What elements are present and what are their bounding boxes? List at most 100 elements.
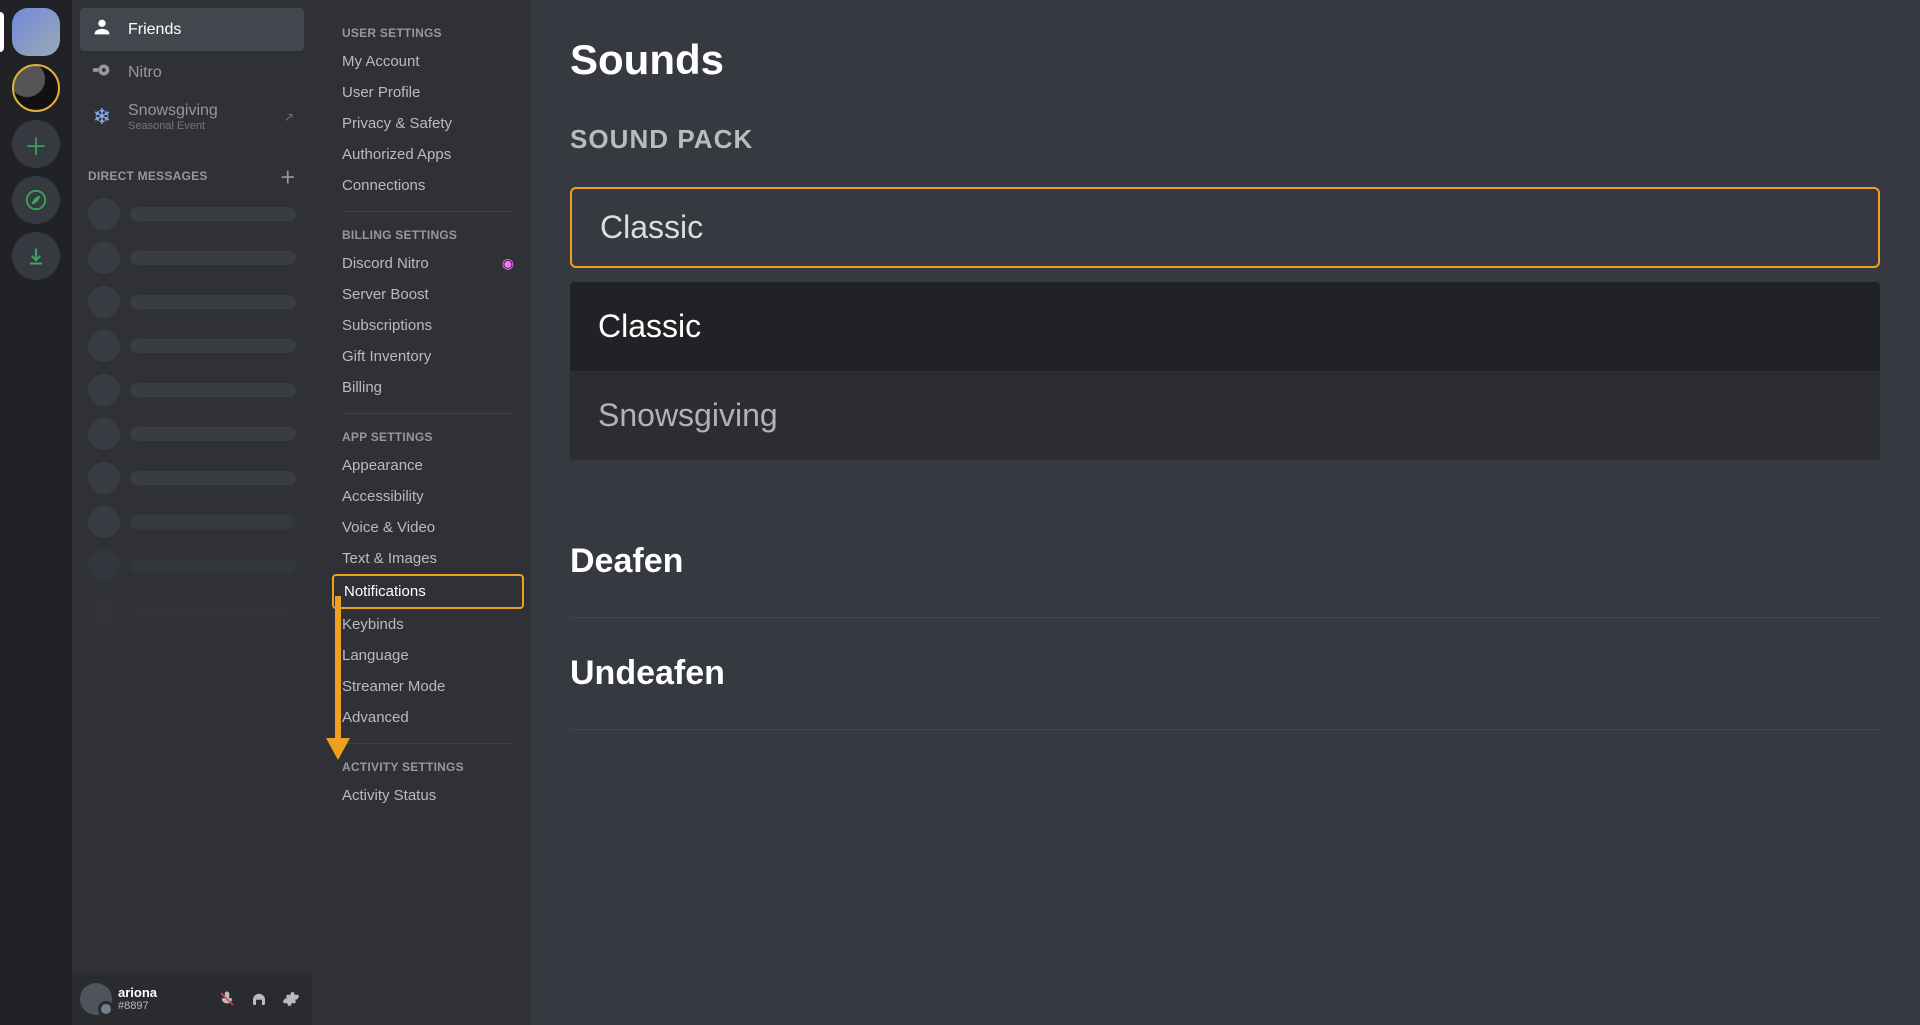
settings-item-appearance[interactable]: Appearance [332, 450, 524, 481]
deafen-button[interactable] [246, 986, 272, 1012]
settings-sidebar: USER SETTINGS My Account User Profile Priva… [312, 0, 530, 1025]
page-title: Sounds [570, 36, 1880, 84]
snowsgiving-nav[interactable]: ❄ Snowsgiving Seasonal Event ↗ [80, 94, 304, 140]
separator [342, 743, 514, 744]
settings-item-accessibility[interactable]: Accessibility [332, 481, 524, 512]
settings-item-language[interactable]: Language [332, 640, 524, 671]
settings-item-label: Connections [342, 177, 425, 194]
settings-item-label: Accessibility [342, 488, 424, 505]
settings-item-text-images[interactable]: Text & Images [332, 543, 524, 574]
create-dm-button[interactable]: ＋ [280, 164, 296, 188]
download-apps-button[interactable] [12, 232, 60, 280]
event-title: Snowsgiving [128, 102, 218, 119]
settings-item-my-account[interactable]: My Account [332, 46, 524, 77]
settings-item-label: Discord Nitro [342, 255, 429, 272]
mute-button[interactable] [214, 986, 240, 1012]
settings-item-notifications[interactable]: Notifications [332, 574, 524, 609]
settings-item-label: Text & Images [342, 550, 437, 567]
settings-group-title: USER SETTINGS [332, 20, 524, 46]
friends-label: Friends [128, 21, 181, 39]
settings-item-label: Gift Inventory [342, 348, 431, 365]
settings-item-subscriptions[interactable]: Subscriptions [332, 310, 524, 341]
dm-placeholder [80, 412, 304, 456]
settings-group-title: APP SETTINGS [332, 424, 524, 450]
friends-icon [90, 16, 114, 43]
dm-placeholder [80, 324, 304, 368]
settings-item-streamer-mode[interactable]: Streamer Mode [332, 671, 524, 702]
settings-item-label: Voice & Video [342, 519, 435, 536]
event-subtitle: Seasonal Event [128, 120, 218, 132]
dm-placeholder [80, 192, 304, 236]
settings-item-label: Appearance [342, 457, 423, 474]
settings-item-label: Language [342, 647, 409, 664]
settings-item-privacy-safety[interactable]: Privacy & Safety [332, 108, 524, 139]
sound-setting-row[interactable]: Undeafen [570, 618, 1880, 730]
user-avatar[interactable] [80, 983, 112, 1015]
settings-item-connections[interactable]: Connections [332, 170, 524, 201]
settings-item-gift-inventory[interactable]: Gift Inventory [332, 341, 524, 372]
settings-item-activity-status[interactable]: Activity Status [332, 780, 524, 811]
nitro-badge-icon: ◉ [502, 255, 514, 272]
settings-item-label: Billing [342, 379, 382, 396]
sound-pack-dropdown: ClassicSnowsgiving [570, 282, 1880, 460]
settings-content: Sounds SOUND PACK Classic ClassicSnowsgi… [530, 0, 1920, 1025]
settings-item-label: Authorized Apps [342, 146, 451, 163]
server-rail: ＋ [0, 0, 72, 1025]
dm-sidebar: Friends Nitro ❄ Snowsgiving Seasonal Eve… [72, 0, 312, 1025]
settings-item-label: Streamer Mode [342, 678, 445, 695]
sound-pack-selected: Classic [600, 209, 703, 245]
settings-item-voice-video[interactable]: Voice & Video [332, 512, 524, 543]
settings-item-server-boost[interactable]: Server Boost [332, 279, 524, 310]
dm-placeholder [80, 368, 304, 412]
settings-item-keybinds[interactable]: Keybinds [332, 609, 524, 640]
settings-group-title: BILLING SETTINGS [332, 222, 524, 248]
settings-item-advanced[interactable]: Advanced [332, 702, 524, 733]
gear-icon [282, 990, 300, 1008]
nitro-label: Nitro [128, 64, 162, 82]
settings-item-label: Advanced [342, 709, 409, 726]
external-link-icon: ↗ [284, 110, 294, 124]
home-server-button[interactable] [12, 8, 60, 56]
settings-item-label: Keybinds [342, 616, 404, 633]
settings-item-label: My Account [342, 53, 420, 70]
settings-item-label: Subscriptions [342, 317, 432, 334]
settings-item-billing[interactable]: Billing [332, 372, 524, 403]
settings-item-label: User Profile [342, 84, 420, 101]
dm-placeholder [80, 588, 304, 632]
sound-pack-option[interactable]: Snowsgiving [570, 371, 1880, 460]
dm-header-label: DIRECT MESSAGES [88, 169, 208, 183]
settings-item-authorized-apps[interactable]: Authorized Apps [332, 139, 524, 170]
separator [342, 211, 514, 212]
dm-placeholder [80, 280, 304, 324]
dm-placeholder [80, 456, 304, 500]
settings-item-discord-nitro[interactable]: Discord Nitro ◉ [332, 248, 524, 279]
explore-servers-button[interactable] [12, 176, 60, 224]
sound-pack-select[interactable]: Classic [570, 187, 1880, 268]
compass-icon [25, 189, 47, 211]
settings-group-title: ACTIVITY SETTINGS [332, 754, 524, 780]
dm-placeholder [80, 236, 304, 280]
settings-item-label: Server Boost [342, 286, 429, 303]
friends-nav[interactable]: Friends [80, 8, 304, 51]
user-panel: ariona #8897 [72, 973, 312, 1025]
dm-placeholder [80, 500, 304, 544]
section-title: SOUND PACK [570, 124, 1880, 155]
nitro-icon [90, 59, 114, 86]
add-server-button[interactable]: ＋ [12, 120, 60, 168]
settings-item-user-profile[interactable]: User Profile [332, 77, 524, 108]
dm-list [72, 192, 312, 632]
user-settings-button[interactable] [278, 986, 304, 1012]
settings-item-label: Privacy & Safety [342, 115, 452, 132]
user-tag: #8897 [118, 1000, 157, 1012]
settings-item-label: Notifications [344, 583, 426, 600]
server-icon[interactable] [12, 64, 60, 112]
sound-pack-option[interactable]: Classic [570, 282, 1880, 371]
dm-placeholder [80, 544, 304, 588]
headphones-icon [250, 990, 268, 1008]
mic-muted-icon [218, 990, 236, 1008]
user-name: ariona [118, 986, 157, 1000]
snowflake-icon: ❄ [90, 104, 114, 130]
nitro-nav[interactable]: Nitro [80, 51, 304, 94]
settings-item-label: Activity Status [342, 787, 436, 804]
sound-setting-row[interactable]: Deafen [570, 506, 1880, 618]
